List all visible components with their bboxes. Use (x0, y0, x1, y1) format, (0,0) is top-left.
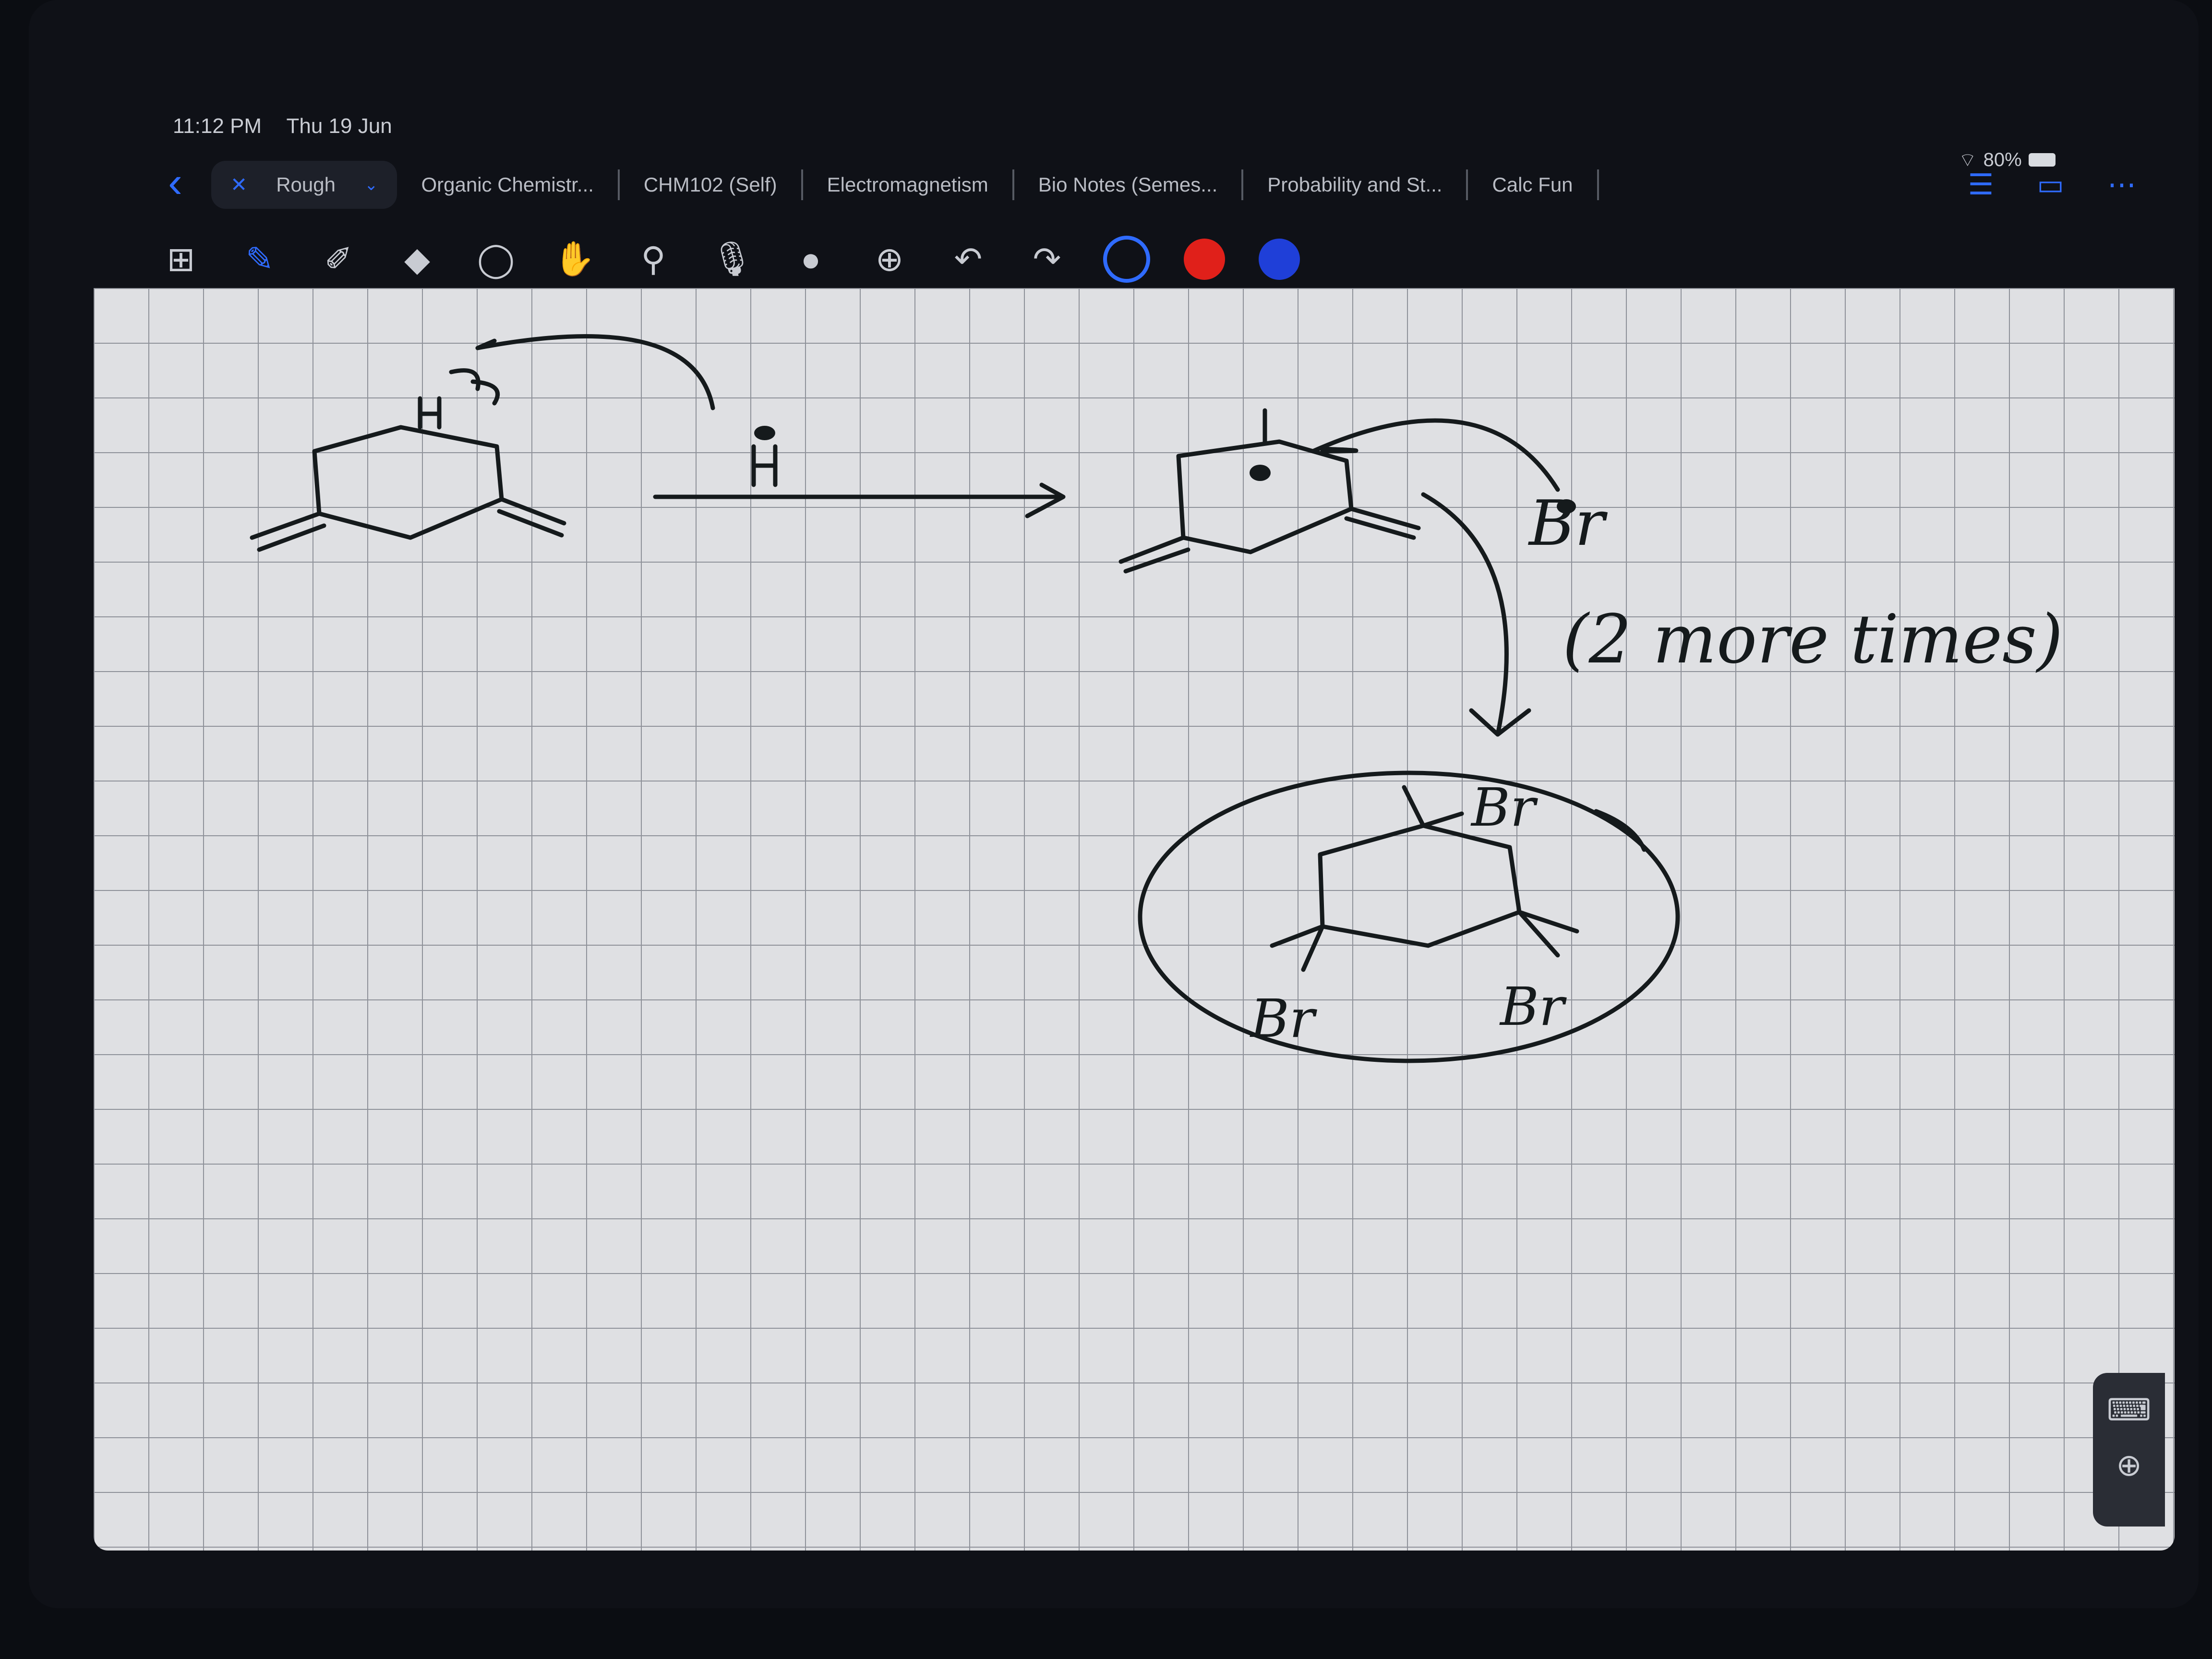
radical-right-double-bond (1344, 506, 1421, 540)
h-label-strokes (418, 396, 442, 430)
keyboard-icon[interactable]: ⌨ (2093, 1392, 2165, 1428)
color-swatch-red[interactable] (1184, 239, 1225, 280)
undo-icon[interactable]: ↶ (946, 237, 991, 282)
lasso-icon[interactable]: ◯ (473, 237, 518, 282)
chevron-down-icon[interactable]: ⌄ (364, 169, 378, 200)
reaction-arrow (653, 482, 1066, 518)
highlighter-icon[interactable]: ✐ (316, 237, 361, 282)
handwritten-drawing: Br (2 more times) Br Br Br (250, 334, 2063, 1063)
status-date: Thu 19 Jun (286, 114, 392, 138)
tab-bar: ‹ ✕ Rough ⌄ Organic Chemistr... CHM102 (… (168, 158, 2136, 211)
redo-icon[interactable]: ↷ (1024, 237, 1070, 282)
ring-radical-dot (1250, 465, 1271, 481)
product-top-bond (1402, 785, 1464, 828)
tab-actions: ☰ ▭ ⋯ (1968, 168, 2137, 202)
drawing-toolbar: ⊞ ✎ ✐ ◆ ◯ ✋ ⚲ 🎙 ● ⊕ ↶ ↷ (158, 226, 1300, 293)
hand-icon[interactable]: ✋ (552, 237, 597, 282)
tab-rough[interactable]: ✕ Rough ⌄ (211, 161, 397, 209)
color-swatch-blue[interactable] (1259, 239, 1300, 280)
product-br-left: Br (1250, 988, 1318, 1049)
product-ring (1318, 823, 1522, 948)
tab-calc-fun[interactable]: Calc Fun (1468, 169, 1599, 200)
curved-arrow-down (1421, 492, 1531, 737)
back-chevron-icon[interactable]: ‹ (168, 161, 211, 206)
note-canvas[interactable]: Br (2 more times) Br Br Br (94, 288, 2175, 1551)
tab-organic-chemistry[interactable]: Organic Chemistr... (397, 169, 620, 200)
list-icon[interactable]: ☰ (1968, 168, 1994, 202)
close-icon[interactable]: ✕ (230, 169, 247, 200)
tab-probability[interactable]: Probability and St... (1243, 169, 1468, 200)
fishhook-arrows (449, 368, 500, 406)
product-left-bond (1270, 924, 1325, 972)
side-tools: ⌨ ⊕ (2093, 1373, 2165, 1527)
radical-ring (1176, 439, 1354, 554)
product-br-right: Br (1499, 976, 1567, 1037)
product-circle (1138, 770, 1680, 1063)
radical-left-double-bond (1118, 535, 1190, 574)
grid-icon[interactable]: ⊞ (158, 237, 204, 282)
reactant-ring (312, 425, 504, 540)
br-radical-label: Br (1528, 487, 1608, 560)
pen-icon[interactable]: ✎ (237, 237, 282, 282)
add-icon[interactable]: ⊕ (867, 237, 912, 282)
repeat-note: (2 more times) (1563, 601, 2063, 679)
tab-chm102[interactable]: CHM102 (Self) (620, 169, 803, 200)
h-radical-dot (754, 426, 775, 440)
tablet-screen: 11:12 PM Thu 19 Jun ⌔ 80% ‹ ✕ Rough ⌄ Or… (29, 0, 2199, 1608)
reactant-left-double-bond (250, 511, 326, 552)
product-right-bond (1517, 910, 1579, 958)
more-icon[interactable]: ⋯ (2107, 168, 2136, 202)
zoom-icon[interactable]: ⊕ (2093, 1447, 2165, 1483)
page-icon[interactable]: ▭ (2037, 168, 2064, 202)
mic-icon[interactable]: 🎙 (709, 237, 755, 282)
color-swatch-selected[interactable] (1103, 236, 1150, 283)
h-radical-letter (751, 444, 778, 487)
curved-arrow-to-h (475, 334, 715, 410)
tab-bio-notes[interactable]: Bio Notes (Semes... (1014, 169, 1244, 200)
tab-label: Rough (276, 173, 336, 196)
tab-electromagnetism[interactable]: Electromagnetism (803, 169, 1014, 200)
pipette-icon[interactable]: ⚲ (631, 237, 676, 282)
product-br-top: Br (1470, 777, 1539, 838)
status-time: 11:12 PM (173, 114, 262, 138)
eraser-icon[interactable]: ◆ (395, 237, 440, 282)
status-bar: 11:12 PM Thu 19 Jun (173, 114, 411, 138)
shape-icon[interactable]: ● (788, 237, 833, 282)
reactant-right-double-bond (497, 497, 566, 538)
